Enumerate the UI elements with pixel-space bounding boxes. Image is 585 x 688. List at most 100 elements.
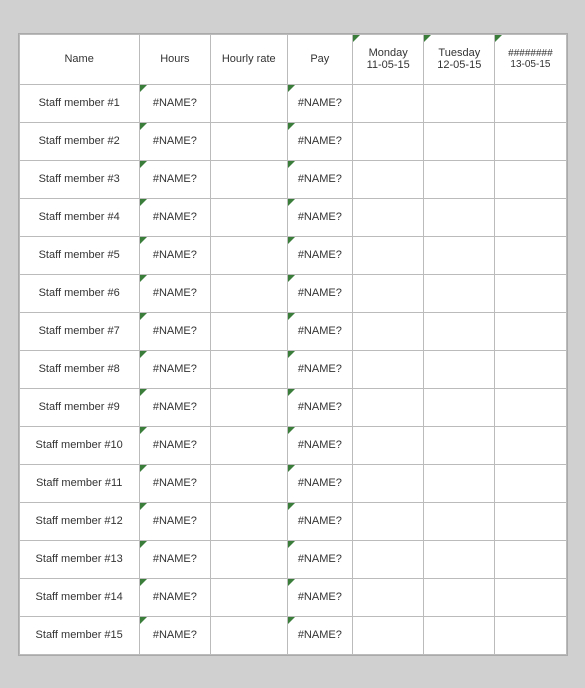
- cell-monday[interactable]: [353, 540, 424, 578]
- cell-tuesday[interactable]: [424, 426, 495, 464]
- cell-tuesday[interactable]: [424, 540, 495, 578]
- cell-tuesday[interactable]: [424, 350, 495, 388]
- cell-hours[interactable]: #NAME?: [139, 540, 210, 578]
- cell-wednesday[interactable]: [495, 274, 566, 312]
- cell-pay[interactable]: #NAME?: [287, 578, 353, 616]
- cell-monday[interactable]: [353, 616, 424, 654]
- cell-wednesday[interactable]: [495, 426, 566, 464]
- cell-hourly-rate[interactable]: [210, 236, 287, 274]
- cell-hours[interactable]: #NAME?: [139, 502, 210, 540]
- cell-wednesday[interactable]: [495, 84, 566, 122]
- cell-wednesday[interactable]: [495, 502, 566, 540]
- cell-pay[interactable]: #NAME?: [287, 122, 353, 160]
- cell-hourly-rate[interactable]: [210, 274, 287, 312]
- cell-monday[interactable]: [353, 198, 424, 236]
- cell-wednesday[interactable]: [495, 198, 566, 236]
- cell-monday[interactable]: [353, 236, 424, 274]
- cell-name[interactable]: Staff member #12: [19, 502, 139, 540]
- cell-name[interactable]: Staff member #13: [19, 540, 139, 578]
- cell-pay[interactable]: #NAME?: [287, 464, 353, 502]
- cell-pay[interactable]: #NAME?: [287, 198, 353, 236]
- cell-hours[interactable]: #NAME?: [139, 84, 210, 122]
- cell-wednesday[interactable]: [495, 236, 566, 274]
- cell-pay[interactable]: #NAME?: [287, 160, 353, 198]
- cell-name[interactable]: Staff member #10: [19, 426, 139, 464]
- cell-monday[interactable]: [353, 388, 424, 426]
- cell-pay[interactable]: #NAME?: [287, 84, 353, 122]
- cell-hourly-rate[interactable]: [210, 122, 287, 160]
- cell-name[interactable]: Staff member #1: [19, 84, 139, 122]
- cell-pay[interactable]: #NAME?: [287, 616, 353, 654]
- cell-wednesday[interactable]: [495, 312, 566, 350]
- cell-pay[interactable]: #NAME?: [287, 312, 353, 350]
- cell-monday[interactable]: [353, 122, 424, 160]
- cell-monday[interactable]: [353, 464, 424, 502]
- cell-pay[interactable]: #NAME?: [287, 236, 353, 274]
- cell-hourly-rate[interactable]: [210, 160, 287, 198]
- cell-name[interactable]: Staff member #5: [19, 236, 139, 274]
- cell-tuesday[interactable]: [424, 122, 495, 160]
- cell-name[interactable]: Staff member #8: [19, 350, 139, 388]
- cell-name[interactable]: Staff member #15: [19, 616, 139, 654]
- cell-monday[interactable]: [353, 160, 424, 198]
- cell-monday[interactable]: [353, 84, 424, 122]
- cell-pay[interactable]: #NAME?: [287, 350, 353, 388]
- cell-wednesday[interactable]: [495, 160, 566, 198]
- cell-hours[interactable]: #NAME?: [139, 578, 210, 616]
- cell-hourly-rate[interactable]: [210, 388, 287, 426]
- cell-hours[interactable]: #NAME?: [139, 236, 210, 274]
- cell-pay[interactable]: #NAME?: [287, 502, 353, 540]
- cell-monday[interactable]: [353, 502, 424, 540]
- cell-monday[interactable]: [353, 578, 424, 616]
- cell-hourly-rate[interactable]: [210, 502, 287, 540]
- cell-monday[interactable]: [353, 274, 424, 312]
- cell-monday[interactable]: [353, 350, 424, 388]
- cell-wednesday[interactable]: [495, 540, 566, 578]
- cell-hourly-rate[interactable]: [210, 578, 287, 616]
- cell-hours[interactable]: #NAME?: [139, 198, 210, 236]
- cell-hours[interactable]: #NAME?: [139, 274, 210, 312]
- cell-pay[interactable]: #NAME?: [287, 540, 353, 578]
- cell-name[interactable]: Staff member #3: [19, 160, 139, 198]
- cell-tuesday[interactable]: [424, 616, 495, 654]
- cell-tuesday[interactable]: [424, 236, 495, 274]
- cell-name[interactable]: Staff member #9: [19, 388, 139, 426]
- cell-hourly-rate[interactable]: [210, 464, 287, 502]
- cell-wednesday[interactable]: [495, 350, 566, 388]
- cell-tuesday[interactable]: [424, 198, 495, 236]
- cell-hours[interactable]: #NAME?: [139, 388, 210, 426]
- cell-hourly-rate[interactable]: [210, 312, 287, 350]
- cell-monday[interactable]: [353, 312, 424, 350]
- cell-tuesday[interactable]: [424, 578, 495, 616]
- cell-hours[interactable]: #NAME?: [139, 426, 210, 464]
- cell-wednesday[interactable]: [495, 122, 566, 160]
- cell-tuesday[interactable]: [424, 464, 495, 502]
- cell-name[interactable]: Staff member #7: [19, 312, 139, 350]
- cell-wednesday[interactable]: [495, 616, 566, 654]
- cell-tuesday[interactable]: [424, 84, 495, 122]
- cell-pay[interactable]: #NAME?: [287, 388, 353, 426]
- cell-name[interactable]: Staff member #4: [19, 198, 139, 236]
- cell-hourly-rate[interactable]: [210, 540, 287, 578]
- cell-tuesday[interactable]: [424, 502, 495, 540]
- cell-tuesday[interactable]: [424, 274, 495, 312]
- cell-hourly-rate[interactable]: [210, 84, 287, 122]
- cell-hourly-rate[interactable]: [210, 350, 287, 388]
- cell-pay[interactable]: #NAME?: [287, 274, 353, 312]
- cell-tuesday[interactable]: [424, 312, 495, 350]
- cell-hourly-rate[interactable]: [210, 616, 287, 654]
- cell-monday[interactable]: [353, 426, 424, 464]
- cell-hours[interactable]: #NAME?: [139, 312, 210, 350]
- cell-wednesday[interactable]: [495, 464, 566, 502]
- cell-name[interactable]: Staff member #2: [19, 122, 139, 160]
- cell-name[interactable]: Staff member #6: [19, 274, 139, 312]
- cell-hourly-rate[interactable]: [210, 426, 287, 464]
- cell-hours[interactable]: #NAME?: [139, 464, 210, 502]
- cell-hours[interactable]: #NAME?: [139, 122, 210, 160]
- cell-hourly-rate[interactable]: [210, 198, 287, 236]
- cell-wednesday[interactable]: [495, 578, 566, 616]
- cell-hours[interactable]: #NAME?: [139, 616, 210, 654]
- cell-name[interactable]: Staff member #14: [19, 578, 139, 616]
- cell-pay[interactable]: #NAME?: [287, 426, 353, 464]
- cell-tuesday[interactable]: [424, 388, 495, 426]
